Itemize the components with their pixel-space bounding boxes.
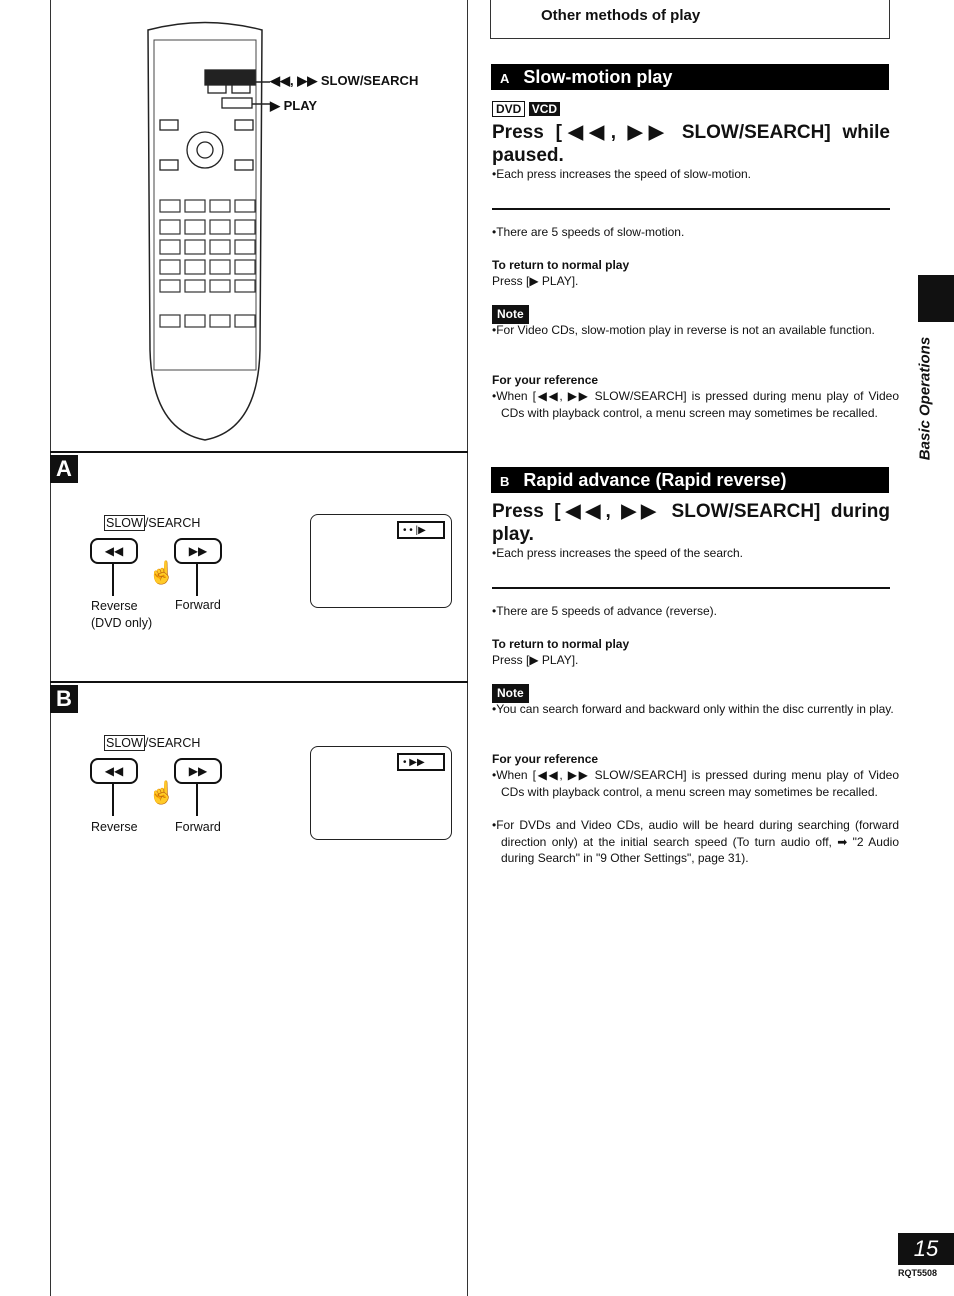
slow-bullet-1: •Each press increases the speed of slow-…: [492, 167, 751, 181]
left-margin-line: [50, 0, 51, 1296]
slow-label: SLOW: [104, 515, 145, 531]
rapid-return-text: Press [▶ PLAY].: [492, 653, 579, 667]
search-label: /SEARCH: [144, 736, 201, 750]
section-title: Slow-motion play: [523, 67, 673, 87]
slow-label: SLOW: [104, 735, 145, 751]
section-b-heading: Press [◀◀, ▶▶ SLOW/SEARCH] during play.: [492, 501, 890, 545]
reverse-caption: Reverse (DVD only): [91, 598, 152, 632]
slow-ref-text: •When [◀◀, ▶▶ SLOW/SEARCH] is pressed du…: [492, 389, 899, 420]
reverse-text: Reverse: [91, 599, 138, 613]
slow-search-label-b: SLOW/SEARCH: [104, 735, 201, 751]
reverse-note: (DVD only): [91, 616, 153, 630]
forward-caption: Forward: [175, 598, 221, 612]
note-badge: Note: [492, 684, 529, 703]
page-number: 15: [898, 1233, 954, 1265]
note-label: Note: [492, 684, 890, 703]
slow-motion-osd: • • |▶: [397, 521, 445, 539]
rapid-note-text: •You can search forward and backward onl…: [492, 702, 894, 716]
section-b-divider: [50, 681, 468, 683]
section-b-title-bar: B Rapid advance (Rapid reverse): [491, 467, 889, 493]
forward-caption-b: Forward: [175, 820, 221, 834]
slow-bullet-2: •There are 5 speeds of slow-motion.: [492, 225, 685, 239]
section-letter: A: [500, 71, 510, 86]
section-b-marker: B: [50, 685, 78, 713]
hand-icon: ☝: [148, 780, 176, 805]
vcd-badge: VCD: [528, 102, 561, 116]
section-letter: B: [500, 474, 510, 489]
forward-pointer: [196, 783, 198, 816]
rapid-ref-text-1: •When [◀◀, ▶▶ SLOW/SEARCH] is pressed du…: [492, 768, 899, 799]
rapid-ref-title: For your reference: [492, 752, 599, 766]
divider: [492, 587, 890, 589]
remote-label-slow-search: ◀◀, ▶▶ SLOW/SEARCH: [270, 73, 419, 88]
header-box: Other methods of play: [490, 0, 890, 39]
reverse-button-b[interactable]: ◀◀: [90, 758, 138, 784]
section-title: Rapid advance (Rapid reverse): [523, 470, 787, 490]
tv-screen-a: • • |▶: [310, 514, 452, 608]
rapid-return-title: To return to normal play: [492, 637, 630, 651]
search-osd: • ▶▶: [397, 753, 445, 771]
reverse-pointer: [112, 563, 114, 596]
reverse-button[interactable]: ◀◀: [90, 538, 138, 564]
hand-icon: ☝: [148, 560, 176, 585]
slow-ref-title: For your reference: [492, 373, 599, 387]
slow-note-text: •For Video CDs, slow-motion play in reve…: [492, 323, 875, 337]
disc-badges: DVD VCD: [492, 101, 561, 117]
column-divider: [467, 0, 468, 1296]
section-a-title-bar: A Slow-motion play: [491, 64, 889, 90]
tv-screen-b: • ▶▶: [310, 746, 452, 840]
section-a-heading: Press [◀◀, ▶▶ SLOW/SEARCH] while paused.: [492, 122, 890, 166]
note-label: Note: [492, 305, 890, 324]
rapid-ref-text-2: •For DVDs and Video CDs, audio will be h…: [492, 818, 899, 865]
remote-control-illustration: [147, 21, 270, 441]
section-a-divider: [50, 451, 468, 453]
note-badge: Note: [492, 305, 529, 324]
slow-return-title: To return to normal play: [492, 258, 630, 272]
side-tab-label: Basic Operations: [916, 336, 934, 461]
manual-page: ◀◀, ▶▶ SLOW/SEARCH ▶ PLAY A SLOW/SEARCH …: [0, 0, 954, 1296]
forward-button[interactable]: ▶▶: [174, 538, 222, 564]
slow-search-label: SLOW/SEARCH: [104, 515, 201, 531]
remote-label-play: ▶ PLAY: [270, 98, 318, 113]
doc-code: RQT5508: [898, 1268, 938, 1278]
dvd-badge: DVD: [492, 101, 526, 117]
search-label: /SEARCH: [144, 516, 201, 530]
forward-pointer: [196, 563, 198, 596]
reverse-caption-b: Reverse: [91, 820, 138, 834]
reverse-pointer: [112, 783, 114, 816]
side-tab-marker: [918, 275, 954, 322]
section-a-marker: A: [50, 455, 78, 483]
page-title: Other methods of play: [541, 7, 701, 24]
rapid-bullet-2: •There are 5 speeds of advance (reverse)…: [492, 604, 717, 618]
divider: [492, 208, 890, 210]
forward-button-b[interactable]: ▶▶: [174, 758, 222, 784]
rapid-bullet-1: •Each press increases the speed of the s…: [492, 546, 744, 560]
slow-return-text: Press [▶ PLAY].: [492, 274, 579, 288]
